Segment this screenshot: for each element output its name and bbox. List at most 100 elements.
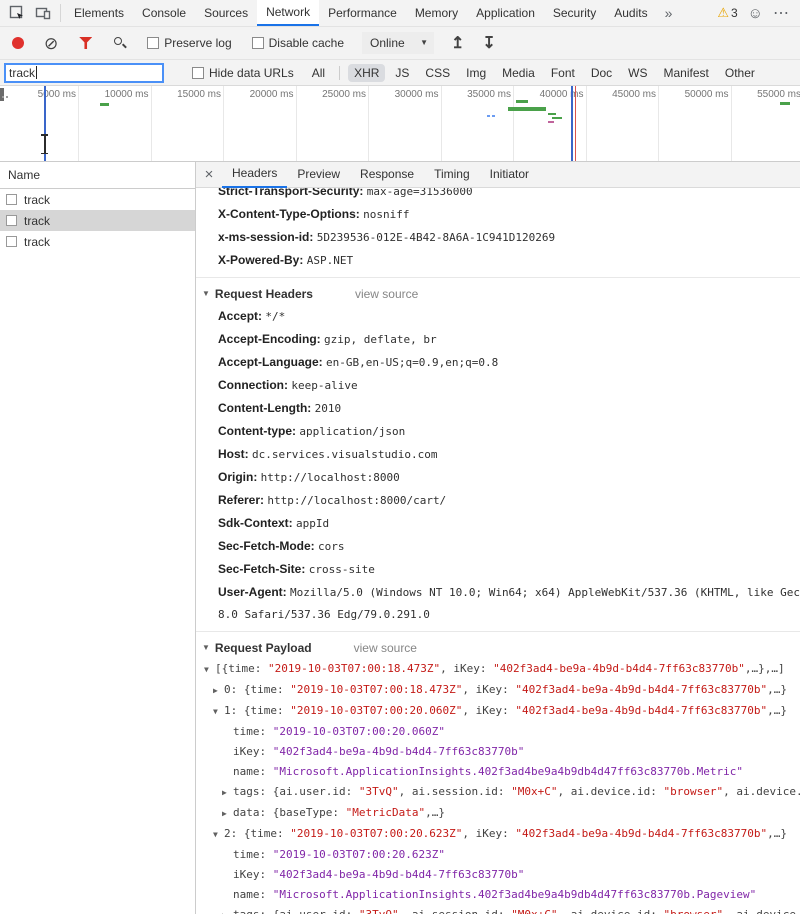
detail-tab-initiator[interactable]: Initiator [480, 162, 539, 188]
triangle-collapsed-icon[interactable]: ▶ [213, 681, 224, 701]
triangle-collapsed-icon[interactable]: ▶ [222, 783, 233, 803]
request-checkbox[interactable] [6, 215, 17, 226]
warning-icon[interactable]: ⚠ [717, 5, 729, 21]
settings-menu-icon[interactable]: ⋯ [773, 3, 790, 23]
payload-row: name: "Microsoft.ApplicationInsights.402… [196, 762, 800, 782]
view-source-link[interactable]: view source [354, 637, 417, 659]
filter-type-js[interactable]: JS [389, 64, 415, 82]
filter-type-font[interactable]: Font [545, 64, 581, 82]
filter-type-other[interactable]: Other [719, 64, 761, 82]
filter-type-ws[interactable]: WS [622, 64, 653, 82]
request-payload-section-header[interactable]: ▼ Request Payload view source [196, 637, 800, 659]
headers-content[interactable]: Strict-Transport-Security: max-age=31536… [196, 188, 800, 914]
search-icon[interactable] [112, 35, 128, 51]
more-tabs-icon[interactable]: » [657, 0, 681, 26]
header-row: Referer: http://localhost:8000/cart/ [196, 489, 800, 512]
request-headers-section-header[interactable]: ▼ Request Headers view source [196, 283, 800, 305]
detail-tab-preview[interactable]: Preview [287, 162, 350, 188]
tab-memory[interactable]: Memory [406, 0, 467, 26]
header-name: Strict-Transport-Security: [218, 188, 363, 198]
preserve-log-checkbox[interactable] [147, 37, 159, 49]
filter-input[interactable]: track [4, 63, 164, 83]
filter-type-manifest[interactable]: Manifest [658, 64, 715, 82]
timeline-tick-label: 55000 ms [757, 89, 800, 100]
feedback-icon[interactable]: ☺ [748, 5, 763, 22]
filter-type-xhr[interactable]: XHR [348, 64, 385, 82]
triangle-collapsed-icon[interactable]: ▶ [222, 804, 233, 824]
close-icon[interactable]: × [196, 166, 222, 183]
header-name: User-Agent: [218, 585, 287, 599]
tab-performance[interactable]: Performance [319, 0, 406, 26]
header-name: Sdk-Context: [218, 516, 293, 530]
hide-data-urls-checkbox[interactable] [192, 67, 204, 79]
import-har-icon[interactable]: ↥ [451, 33, 464, 53]
triangle-expanded-icon[interactable]: ▼ [204, 660, 215, 680]
request-name: track [24, 193, 50, 207]
filter-type-img[interactable]: Img [460, 64, 492, 82]
json-key: time: [233, 848, 273, 861]
filter-type-css[interactable]: CSS [419, 64, 456, 82]
tab-application[interactable]: Application [467, 0, 544, 26]
json-string: "2019-10-03T07:00:20.623Z" [273, 848, 445, 861]
request-row[interactable]: track [0, 210, 195, 231]
triangle-expanded-icon[interactable]: ▼ [202, 283, 210, 305]
tab-sources[interactable]: Sources [195, 0, 257, 26]
tab-network[interactable]: Network [257, 0, 319, 26]
disable-cache-checkbox[interactable] [252, 37, 264, 49]
filter-icon[interactable] [79, 37, 92, 49]
throttling-select[interactable]: Online ▼ [362, 32, 434, 54]
detail-tab-response[interactable]: Response [350, 162, 424, 188]
timeline-gridline [296, 86, 297, 161]
user-agent-continuation: 8.0 Safari/537.36 Edg/79.0.291.0 [196, 604, 800, 626]
triangle-expanded-icon[interactable]: ▼ [213, 702, 224, 722]
header-row: Sec-Fetch-Mode: cors [196, 535, 800, 558]
preserve-log-toggle[interactable]: Preserve log [147, 36, 231, 50]
triangle-collapsed-icon[interactable]: ▶ [222, 906, 233, 914]
device-toolbar-icon[interactable] [30, 0, 56, 26]
header-value: cors [318, 540, 345, 553]
clear-icon[interactable]: ⊘ [44, 35, 58, 52]
header-row: X-Powered-By: ASP.NET [196, 249, 800, 272]
filter-type-all[interactable]: All [306, 64, 331, 82]
header-value: ASP.NET [307, 254, 353, 267]
json-string: "2019-10-03T07:00:18.473Z" [268, 662, 440, 675]
header-value: cross-site [309, 563, 375, 576]
request-dot [487, 115, 490, 117]
json-key: , ai.device.id: [558, 908, 664, 914]
disable-cache-toggle[interactable]: Disable cache [252, 36, 344, 50]
tab-audits[interactable]: Audits [605, 0, 656, 26]
header-row: Accept-Encoding: gzip, deflate, br [196, 328, 800, 351]
triangle-expanded-icon[interactable]: ▼ [213, 825, 224, 845]
request-row[interactable]: track [0, 189, 195, 210]
json-key: ,…} [767, 827, 787, 840]
json-key: , iKey: [462, 704, 515, 717]
name-column-header[interactable]: Name [0, 162, 195, 189]
json-key: , ai.device.ty [723, 908, 800, 914]
timeline-gridline [151, 86, 152, 161]
inspect-element-icon[interactable] [4, 0, 30, 26]
tab-elements[interactable]: Elements [65, 0, 133, 26]
triangle-expanded-icon[interactable]: ▼ [202, 637, 210, 659]
json-key: ,…},…] [745, 662, 785, 675]
json-string: "M0x+C" [511, 908, 557, 914]
header-value: max-age=31536000 [367, 188, 473, 198]
divider [60, 4, 61, 22]
export-har-icon[interactable]: ↧ [482, 33, 495, 53]
request-checkbox[interactable] [6, 236, 17, 247]
json-key: , ai.device.id: [558, 785, 664, 798]
detail-tab-timing[interactable]: Timing [424, 162, 480, 188]
request-row[interactable]: track [0, 231, 195, 252]
filter-type-doc[interactable]: Doc [585, 64, 618, 82]
filter-type-media[interactable]: Media [496, 64, 541, 82]
tab-console[interactable]: Console [133, 0, 195, 26]
network-overview-timeline[interactable]: 5000 ms10000 ms15000 ms20000 ms25000 ms3… [0, 86, 800, 162]
json-key: , ai.session.id: [399, 908, 512, 914]
record-button[interactable] [12, 37, 24, 49]
hide-data-urls-toggle[interactable]: Hide data URLs [192, 66, 294, 80]
request-checkbox[interactable] [6, 194, 17, 205]
detail-tab-headers[interactable]: Headers [222, 162, 287, 188]
payload-row: ▶tags: {ai.user.id: "3TvQ", ai.session.i… [196, 905, 800, 914]
hide-data-urls-label: Hide data URLs [209, 66, 294, 80]
view-source-link[interactable]: view source [355, 283, 418, 305]
tab-security[interactable]: Security [544, 0, 605, 26]
